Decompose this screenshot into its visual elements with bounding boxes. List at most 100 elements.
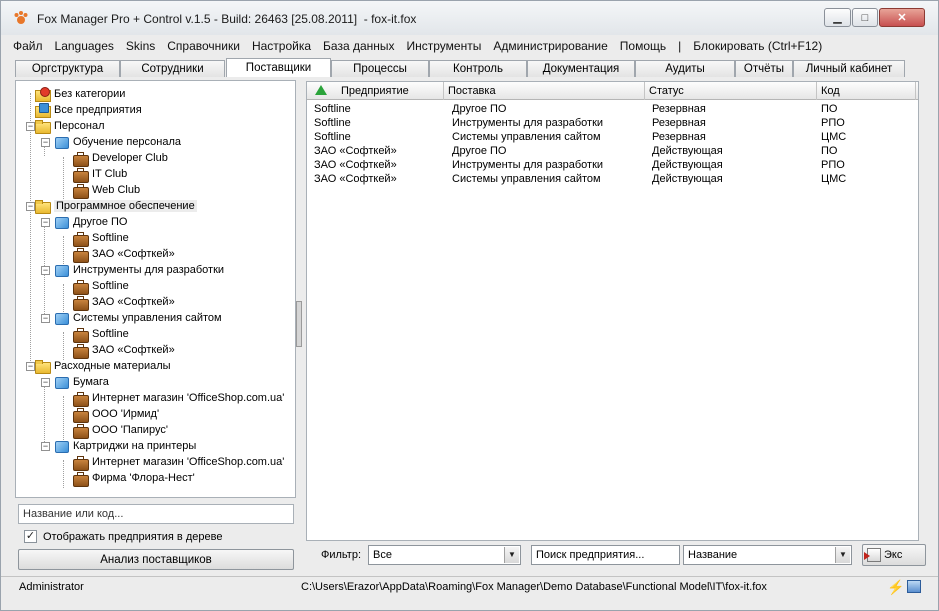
minimize-button[interactable]: ▁ <box>824 8 851 27</box>
cube-icon <box>53 262 69 278</box>
table-row[interactable]: ЗАО «Софткей» Системы управления сайтом … <box>307 173 918 187</box>
table-row[interactable]: Softline Системы управления сайтом Резер… <box>307 131 918 145</box>
tree-item[interactable]: ЗАО «Софткей» <box>72 246 175 263</box>
suppliers-grid[interactable]: Предприятие Поставка Статус Код Softline… <box>306 81 919 541</box>
sort-ascending-icon <box>315 85 327 95</box>
no-category-icon <box>34 86 51 102</box>
collapse-toggle[interactable]: − <box>41 314 50 323</box>
chevron-down-icon[interactable]: ▼ <box>835 547 850 563</box>
enterprise-search-input[interactable]: Поиск предприятия... <box>531 545 680 565</box>
tree-item[interactable]: Картриджи на принтеры <box>53 438 196 454</box>
menu-lock[interactable]: Блокировать (Ctrl+F12) <box>687 39 828 53</box>
tree-item[interactable]: ООО 'Ирмид' <box>72 406 159 423</box>
menu-settings[interactable]: Настройка <box>246 39 317 53</box>
tree-item[interactable]: Обучение персонала <box>53 134 181 150</box>
column-header-status[interactable]: Статус <box>645 82 817 100</box>
folder-icon <box>34 358 51 374</box>
tree-item[interactable]: Фирма 'Флора-Нест' <box>72 470 195 487</box>
tree-item[interactable]: ЗАО «Софткей» <box>72 294 175 311</box>
category-tree[interactable]: Без категории Все предприятия − Персонал… <box>15 80 296 498</box>
tab-personal-cabinet[interactable]: Личный кабинет <box>793 60 905 77</box>
tree-item[interactable]: Все предприятия <box>34 102 142 118</box>
collapse-toggle[interactable]: − <box>41 442 50 451</box>
briefcase-icon <box>72 326 89 343</box>
briefcase-icon <box>72 230 89 247</box>
tree-item[interactable]: Системы управления сайтом <box>53 310 222 326</box>
tree-item[interactable]: Softline <box>72 278 129 295</box>
table-row[interactable]: Softline Другое ПО Резервная ПО <box>307 103 918 117</box>
collapse-toggle[interactable]: − <box>41 378 50 387</box>
menu-tools[interactable]: Инструменты <box>401 39 488 53</box>
tree-item[interactable]: Developer Club <box>72 150 168 167</box>
tree-item[interactable]: Без категории <box>34 86 125 102</box>
filter-select[interactable]: Все ▼ <box>368 545 521 565</box>
export-button[interactable]: Экс <box>862 544 926 566</box>
close-button[interactable]: ✕ <box>879 8 925 27</box>
cube-icon <box>53 374 69 390</box>
menu-administration[interactable]: Администрирование <box>487 39 613 53</box>
menu-database[interactable]: База данных <box>317 39 400 53</box>
tree-search-input[interactable]: Название или код... <box>18 504 294 524</box>
menu-skins[interactable]: Skins <box>120 39 161 53</box>
briefcase-icon <box>72 454 89 471</box>
search-field-select[interactable]: Название ▼ <box>683 545 852 565</box>
tree-item[interactable]: IT Club <box>72 166 127 183</box>
fox-app-icon <box>14 11 28 24</box>
briefcase-icon <box>72 246 89 263</box>
cube-icon <box>53 310 69 326</box>
export-icon <box>864 548 881 562</box>
briefcase-icon <box>72 166 89 183</box>
show-enterprises-toggle[interactable]: ✓ Отображать предприятия в дереве <box>24 528 222 545</box>
tab-orgstructure[interactable]: Оргструктура <box>15 60 120 77</box>
column-header-code[interactable]: Код <box>817 82 916 100</box>
tree-item[interactable]: Softline <box>72 230 129 247</box>
collapse-toggle[interactable]: − <box>41 138 50 147</box>
briefcase-icon <box>72 470 89 487</box>
table-row[interactable]: ЗАО «Софткей» Другое ПО Действующая ПО <box>307 145 918 159</box>
title-bar: Fox Manager Pro + Control v.1.5 - Build:… <box>1 1 938 35</box>
chevron-down-icon[interactable]: ▼ <box>504 547 519 563</box>
left-panel: Без категории Все предприятия − Персонал… <box>15 77 296 577</box>
tree-item[interactable]: Инструменты для разработки <box>53 262 224 278</box>
cube-icon <box>53 438 69 454</box>
tree-item[interactable]: Бумага <box>53 374 109 390</box>
tree-item[interactable]: Персонал <box>34 118 105 134</box>
filter-bar: Фильтр: Все ▼ Поиск предприятия... Назва… <box>306 544 926 568</box>
tab-documentation[interactable]: Документация <box>527 60 635 77</box>
show-enterprises-label: Отображать предприятия в дереве <box>43 530 223 543</box>
tab-suppliers[interactable]: Поставщики <box>226 58 331 77</box>
tab-reports[interactable]: Отчёты <box>735 60 793 77</box>
column-header-delivery[interactable]: Поставка <box>444 82 645 100</box>
tree-item[interactable]: Другое ПО <box>53 214 127 230</box>
tree-item[interactable]: Softline <box>72 326 129 343</box>
tree-item[interactable]: Интернет магазин 'OfficeShop.com.ua' <box>72 454 284 471</box>
column-header-enterprise[interactable]: Предприятие <box>307 82 444 100</box>
collapse-toggle[interactable]: − <box>41 218 50 227</box>
checkbox[interactable]: ✓ <box>24 530 37 543</box>
menu-bar: Файл Languages Skins Справочники Настрой… <box>7 36 932 56</box>
analyze-suppliers-button[interactable]: Анализ поставщиков <box>18 549 294 570</box>
menu-references[interactable]: Справочники <box>161 39 246 53</box>
tab-employees[interactable]: Сотрудники <box>120 60 225 77</box>
table-row[interactable]: ЗАО «Софткей» Инструменты для разработки… <box>307 159 918 173</box>
tree-item[interactable]: ЗАО «Софткей» <box>72 342 175 359</box>
tab-processes[interactable]: Процессы <box>331 60 429 77</box>
cube-icon <box>53 214 69 230</box>
collapse-toggle[interactable]: − <box>41 266 50 275</box>
network-icon[interactable] <box>907 580 921 593</box>
tree-item[interactable]: Web Club <box>72 182 140 199</box>
panel-splitter[interactable] <box>296 301 302 347</box>
table-row[interactable]: Softline Инструменты для разработки Резе… <box>307 117 918 131</box>
tab-control[interactable]: Контроль <box>429 60 527 77</box>
lightning-icon[interactable]: ⚡ <box>887 579 904 596</box>
maximize-button[interactable]: □ <box>852 8 878 27</box>
tree-item[interactable]: Интернет магазин 'OfficeShop.com.ua' <box>72 390 284 407</box>
tree-item[interactable]: ООО 'Папирус' <box>72 422 168 439</box>
menu-help[interactable]: Помощь <box>614 39 672 53</box>
tree-item-selected[interactable]: Программное обеспечение <box>34 198 197 214</box>
status-bar: Administrator C:\Users\Erazor\AppData\Ro… <box>1 576 938 597</box>
tree-item[interactable]: Расходные материалы <box>34 358 171 374</box>
tab-audits[interactable]: Аудиты <box>635 60 735 77</box>
menu-languages[interactable]: Languages <box>49 39 120 53</box>
menu-file[interactable]: Файл <box>7 39 49 53</box>
